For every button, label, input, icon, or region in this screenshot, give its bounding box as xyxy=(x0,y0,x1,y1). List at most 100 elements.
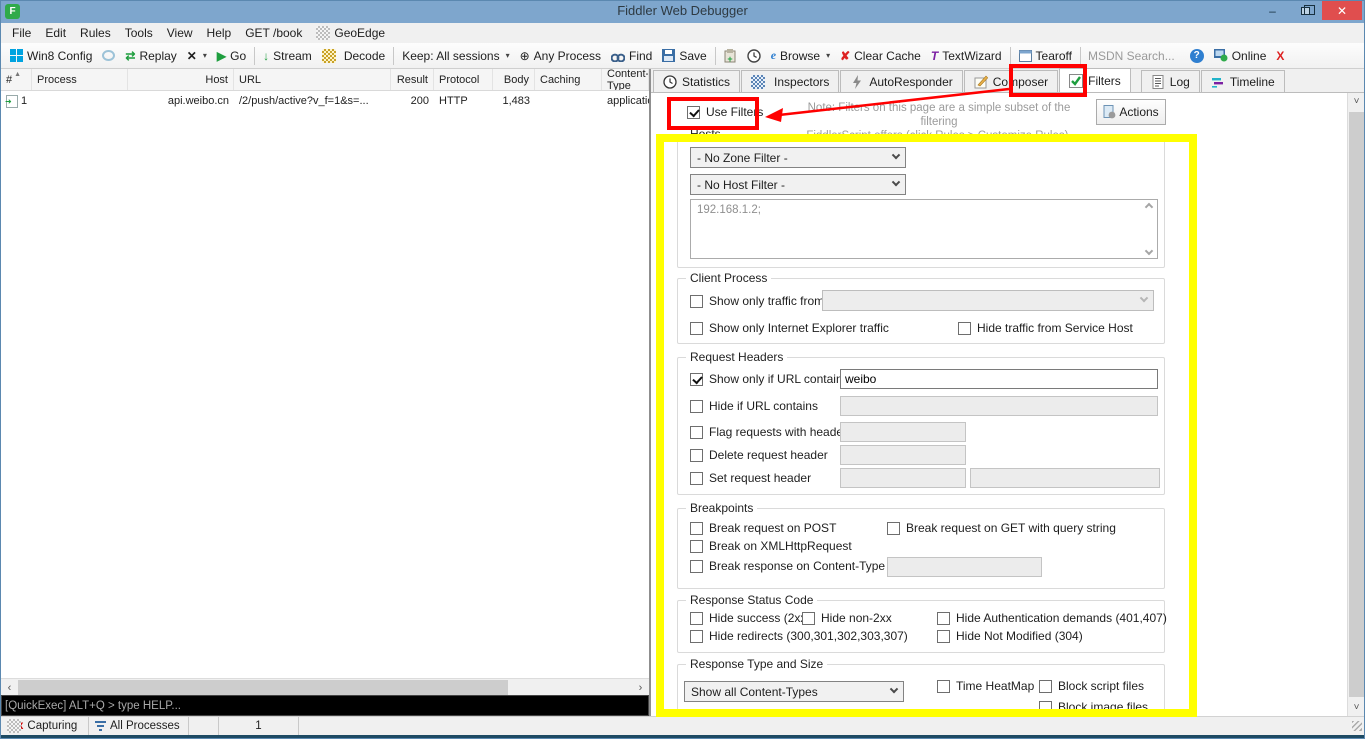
online-button[interactable]: Online xyxy=(1209,47,1272,65)
replay-button[interactable]: ⇄Replay xyxy=(120,47,181,65)
vertical-scrollbar[interactable]: ˅ ˅ xyxy=(1347,93,1364,716)
hosts-textarea[interactable]: 192.168.1.2; xyxy=(690,199,1158,259)
scroll-up-icon[interactable]: ˅ xyxy=(1348,93,1365,110)
msdn-search-input[interactable]: MSDN Search... xyxy=(1084,47,1185,65)
all-processes-filter[interactable]: All Processes xyxy=(89,717,189,735)
find-button[interactable]: Find xyxy=(606,47,657,65)
traffic-process-dropdown[interactable] xyxy=(822,290,1154,311)
clipboard-icon: + xyxy=(724,49,737,63)
tab-filters[interactable]: Filters xyxy=(1059,68,1131,92)
time-heatmap-checkbox[interactable]: Time HeatMap xyxy=(937,679,1034,693)
tab-timeline[interactable]: Timeline xyxy=(1201,70,1285,92)
host-filter-dropdown[interactable]: - No Host Filter - xyxy=(690,174,906,195)
scrollbar-thumb[interactable] xyxy=(18,680,508,695)
hide-redirects-checkbox[interactable]: Hide redirects (300,301,302,303,307) xyxy=(690,629,908,643)
comment-button[interactable] xyxy=(97,48,120,63)
chevron-down-icon xyxy=(892,150,900,158)
use-filters-checkbox[interactable]: Use Filters xyxy=(687,105,763,119)
menu-rules[interactable]: Rules xyxy=(73,24,118,42)
session-row[interactable]: 1 api.weibo.cn /2/push/active?v_f=1&s=..… xyxy=(1,91,649,111)
filters-check-icon xyxy=(1069,74,1083,88)
hide-auth-checkbox[interactable]: Hide Authentication demands (401,407) xyxy=(937,611,1167,625)
any-process-button[interactable]: ⊕Any Process xyxy=(515,47,606,65)
session-list-header[interactable]: #▲ Process Host URL Result Protocol Body… xyxy=(1,69,649,91)
close-button[interactable]: ✕ xyxy=(1322,1,1362,20)
block-image-checkbox[interactable]: Block image files xyxy=(1039,700,1148,714)
save-button[interactable]: Save xyxy=(657,47,711,65)
chevron-down-icon xyxy=(1140,293,1148,301)
content-types-dropdown[interactable]: Show all Content-Types xyxy=(684,681,904,702)
menu-help[interactable]: Help xyxy=(200,24,239,42)
zone-filter-dropdown[interactable]: - No Zone Filter - xyxy=(690,147,906,168)
stream-button[interactable]: ↓Stream xyxy=(258,47,317,65)
tab-log[interactable]: Log xyxy=(1141,70,1200,92)
clear-cache-button[interactable]: ✘Clear Cache xyxy=(835,47,926,65)
delete-header-input[interactable] xyxy=(840,445,966,465)
hide-url-checkbox[interactable]: Hide if URL contains xyxy=(690,399,818,413)
set-header-checkbox[interactable]: Set request header xyxy=(690,471,811,485)
flag-header-input[interactable] xyxy=(840,422,966,442)
hide-notmodified-checkbox[interactable]: Hide Not Modified (304) xyxy=(937,629,1083,643)
ie-icon: e xyxy=(771,48,776,63)
delete-header-checkbox[interactable]: Delete request header xyxy=(690,448,828,462)
help-button[interactable]: ? xyxy=(1185,47,1209,65)
process-filter-icon xyxy=(95,721,106,731)
go-button[interactable]: ▶Go xyxy=(212,47,251,65)
textarea-scrollbar[interactable] xyxy=(1141,201,1156,257)
hide-url-input[interactable] xyxy=(840,396,1158,416)
request-headers-group: Request Headers Show only if URL contain… xyxy=(677,357,1165,495)
show-only-url-input[interactable] xyxy=(840,369,1158,389)
break-post-checkbox[interactable]: Break request on POST xyxy=(690,521,836,535)
break-xhr-checkbox[interactable]: Break on XMLHttpRequest xyxy=(690,539,852,553)
menu-edit[interactable]: Edit xyxy=(38,24,73,42)
toolbar-separator xyxy=(1080,47,1081,65)
scroll-right-icon[interactable]: › xyxy=(632,679,649,696)
checkbox-icon xyxy=(690,295,703,308)
hide-non2xx-checkbox[interactable]: Hide non-2xx xyxy=(802,611,892,625)
block-script-checkbox[interactable]: Block script files xyxy=(1039,679,1144,693)
actions-button[interactable]: Actions xyxy=(1096,99,1166,125)
textwizard-button[interactable]: TTextWizard xyxy=(926,47,1007,65)
horizontal-scrollbar[interactable]: ‹ › xyxy=(1,678,649,695)
show-only-url-checkbox[interactable]: Show only if URL contains xyxy=(690,372,849,386)
browse-button[interactable]: eBrowse▾ xyxy=(766,46,835,65)
checkbox-icon xyxy=(887,522,900,535)
tab-autoresponder[interactable]: AutoResponder xyxy=(840,70,962,92)
set-header-value-input[interactable] xyxy=(970,468,1160,488)
decode-button[interactable]: Decode xyxy=(317,47,390,65)
menu-tools[interactable]: Tools xyxy=(118,24,160,42)
tab-inspectors[interactable]: Inspectors xyxy=(741,70,839,92)
scrollbar-thumb[interactable] xyxy=(1349,112,1364,697)
quickexec-input[interactable]: [QuickExec] ALT+Q > type HELP... xyxy=(1,695,649,716)
size-spinner[interactable]: 1▲▼ xyxy=(809,709,877,716)
capturing-indicator[interactable]: xCapturing xyxy=(1,717,89,735)
hide-service-host-checkbox[interactable]: Hide traffic from Service Host xyxy=(958,321,1133,335)
break-get-checkbox[interactable]: Break request on GET with query string xyxy=(887,521,1116,535)
decode-icon xyxy=(322,49,336,63)
history-button[interactable] xyxy=(742,47,766,65)
keep-sessions-dropdown[interactable]: Keep: All sessions▾ xyxy=(397,47,514,65)
tearoff-button[interactable]: Tearoff xyxy=(1014,47,1077,65)
resize-grip[interactable] xyxy=(1352,721,1362,731)
menu-view[interactable]: View xyxy=(160,24,200,42)
restore-button[interactable] xyxy=(1289,1,1322,20)
win8-config-button[interactable]: Win8 Config xyxy=(5,47,97,65)
scroll-down-icon[interactable]: ˅ xyxy=(1348,699,1365,716)
show-ie-traffic-checkbox[interactable]: Show only Internet Explorer traffic xyxy=(690,321,889,335)
menu-geoedge[interactable]: GeoEdge xyxy=(309,24,392,42)
menu-file[interactable]: File xyxy=(5,24,38,42)
minimize-button[interactable]: – xyxy=(1256,1,1289,20)
tab-statistics[interactable]: Statistics xyxy=(653,70,740,92)
tab-composer[interactable]: Composer xyxy=(964,70,1058,92)
break-content-type-input[interactable] xyxy=(887,557,1042,577)
set-header-name-input[interactable] xyxy=(840,468,966,488)
hide-success-checkbox[interactable]: Hide success (2xx) xyxy=(690,611,810,625)
break-content-type-checkbox[interactable]: Break response on Content-Type xyxy=(690,559,885,573)
clipboard-button[interactable]: + xyxy=(719,47,742,65)
remove-button[interactable]: ✕▾ xyxy=(182,47,212,65)
scroll-left-icon[interactable]: ‹ xyxy=(1,679,18,696)
show-only-traffic-checkbox[interactable]: Show only traffic from xyxy=(690,294,824,308)
flag-header-checkbox[interactable]: Flag requests with header xyxy=(690,425,847,439)
toolbar-close-button[interactable]: X xyxy=(1271,47,1289,65)
menu-get-book[interactable]: GET /book xyxy=(238,24,309,42)
